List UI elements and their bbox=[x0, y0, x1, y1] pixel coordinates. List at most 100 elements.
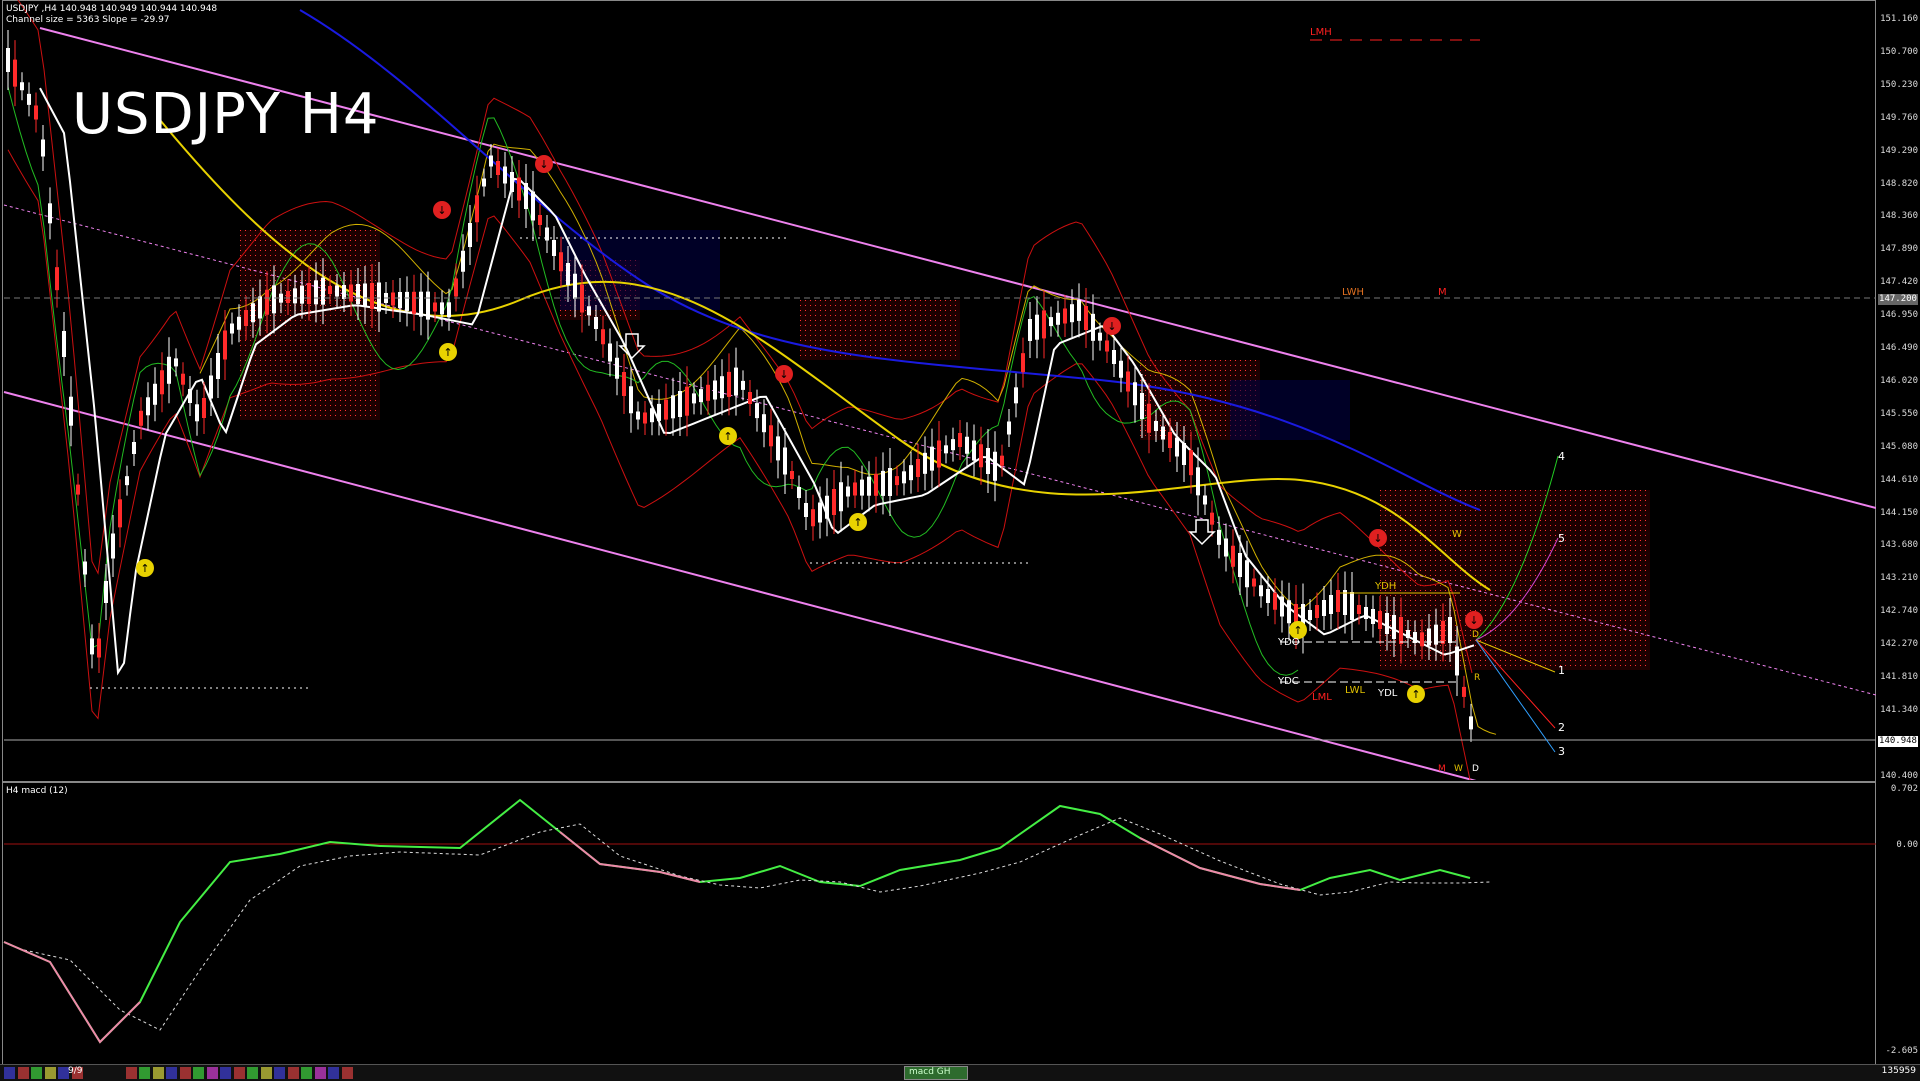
cloud-dot bbox=[1380, 560, 1381, 561]
cloud-dot bbox=[355, 375, 356, 376]
cloud-dot bbox=[1535, 570, 1536, 571]
cloud-dot bbox=[1430, 535, 1431, 536]
cloud-dot bbox=[1410, 635, 1411, 636]
chart-tab[interactable] bbox=[139, 1067, 150, 1079]
cloud-dot bbox=[1640, 600, 1641, 601]
cloud-dot bbox=[1630, 625, 1631, 626]
price-axis[interactable]: 151.160 150.700 150.230 149.760 149.290 148.8… bbox=[1876, 0, 1920, 781]
cloud-dot bbox=[340, 300, 341, 301]
cloud-dot bbox=[305, 345, 306, 346]
chart-tab[interactable] bbox=[301, 1067, 312, 1079]
price-chart-pane[interactable]: ↑ ↑ ↑ ↑ ↑ ↑ ↓ ↓ ↓ ↓ ↓ ↓ USDJPY ,H4 140.948 140.949 … bbox=[0, 0, 1920, 782]
chart-tab[interactable] bbox=[17, 1067, 29, 1079]
cloud-dot bbox=[1160, 370, 1161, 371]
cloud-dot bbox=[280, 330, 281, 331]
cloud-dot bbox=[1170, 415, 1171, 416]
macd-pane[interactable]: H4 macd (12) 0.702 0.00 -2.605 bbox=[0, 782, 1920, 1066]
cloud-dot bbox=[845, 315, 846, 316]
cloud-dot bbox=[1490, 520, 1491, 521]
candle-body bbox=[797, 487, 801, 498]
cloud-dot bbox=[300, 235, 301, 236]
cloud-dot bbox=[290, 335, 291, 336]
chart-tab[interactable] bbox=[328, 1067, 339, 1079]
chart-tab[interactable] bbox=[125, 1067, 137, 1079]
chart-tab[interactable] bbox=[247, 1067, 258, 1079]
chart-tab[interactable] bbox=[260, 1067, 272, 1079]
chart-tab[interactable] bbox=[166, 1067, 177, 1079]
cloud-dot bbox=[350, 340, 351, 341]
cloud-dot bbox=[1600, 540, 1601, 541]
cloud-dot bbox=[345, 375, 346, 376]
chart-tab[interactable] bbox=[179, 1067, 191, 1079]
cloud-dot bbox=[1605, 580, 1606, 581]
cloud-dot bbox=[1570, 555, 1571, 556]
cloud-dot bbox=[600, 310, 601, 311]
cloud-dot bbox=[370, 400, 371, 401]
cloud-dot bbox=[1620, 660, 1621, 661]
cloud-dot bbox=[340, 370, 341, 371]
cloud-dot bbox=[1405, 540, 1406, 541]
cloud-dot bbox=[1600, 645, 1601, 646]
cloud-dot bbox=[1570, 560, 1571, 561]
cloud-dot bbox=[310, 310, 311, 311]
cloud-dot bbox=[1495, 605, 1496, 606]
chart-tab[interactable] bbox=[220, 1067, 231, 1079]
candle-body bbox=[41, 139, 45, 157]
chart-tab[interactable] bbox=[152, 1067, 164, 1079]
cloud-dot bbox=[1440, 570, 1441, 571]
chart-tab[interactable] bbox=[274, 1067, 285, 1079]
chart-tab[interactable] bbox=[206, 1067, 218, 1079]
chart-tab[interactable] bbox=[341, 1067, 353, 1079]
cloud-dot bbox=[1505, 615, 1506, 616]
cloud-dot bbox=[1195, 385, 1196, 386]
channel-info: Channel size = 5363 Slope = -29.97 bbox=[6, 15, 170, 25]
cloud-dot bbox=[1555, 595, 1556, 596]
cloud-dot bbox=[1625, 510, 1626, 511]
cloud-dot bbox=[805, 300, 806, 301]
chart-tab[interactable] bbox=[44, 1067, 56, 1079]
chart-tab[interactable] bbox=[233, 1067, 245, 1079]
cloud-dot bbox=[810, 350, 811, 351]
cloud-dot bbox=[1160, 390, 1161, 391]
cloud-dot bbox=[1575, 565, 1576, 566]
cloud-dot bbox=[1630, 600, 1631, 601]
cloud-dot bbox=[1390, 610, 1391, 611]
cloud-dot bbox=[355, 385, 356, 386]
cloud-dot bbox=[1545, 515, 1546, 516]
cloud-dot bbox=[1180, 435, 1181, 436]
chart-tab[interactable] bbox=[31, 1067, 42, 1079]
cloud-dot bbox=[1195, 360, 1196, 361]
cloud-dot bbox=[945, 310, 946, 311]
candle-body bbox=[748, 392, 752, 404]
macd-tab[interactable]: macd GH bbox=[904, 1066, 968, 1080]
cloud-dot bbox=[275, 405, 276, 406]
cloud-dot bbox=[1610, 545, 1611, 546]
cloud-dot bbox=[1620, 640, 1621, 641]
cloud-dot bbox=[1555, 665, 1556, 666]
cloud-dot bbox=[305, 400, 306, 401]
cloud-dot bbox=[1540, 595, 1541, 596]
cloud-dot bbox=[825, 355, 826, 356]
cloud-dot bbox=[810, 315, 811, 316]
cloud-dot bbox=[1455, 575, 1456, 576]
cloud-dot bbox=[1470, 565, 1471, 566]
cloud-dot bbox=[1640, 560, 1641, 561]
cloud-dot bbox=[1550, 520, 1551, 521]
macd-canvas[interactable] bbox=[0, 782, 1876, 1064]
cloud-dot bbox=[1210, 420, 1211, 421]
cloud-dot bbox=[875, 310, 876, 311]
cloud-dot bbox=[1535, 650, 1536, 651]
cloud-dot bbox=[820, 310, 821, 311]
cloud-dot bbox=[1535, 510, 1536, 511]
cloud-dot bbox=[940, 355, 941, 356]
cloud-dot bbox=[1545, 490, 1546, 491]
cloud-dot bbox=[260, 390, 261, 391]
cloud-dot bbox=[1595, 660, 1596, 661]
chart-tab[interactable] bbox=[287, 1067, 299, 1079]
cloud-dot bbox=[1395, 655, 1396, 656]
candle-body bbox=[251, 303, 255, 323]
chart-tab[interactable] bbox=[314, 1067, 326, 1079]
chart-tab[interactable] bbox=[4, 1067, 15, 1079]
chart-tab[interactable] bbox=[193, 1067, 204, 1079]
cloud-dot bbox=[1635, 530, 1636, 531]
